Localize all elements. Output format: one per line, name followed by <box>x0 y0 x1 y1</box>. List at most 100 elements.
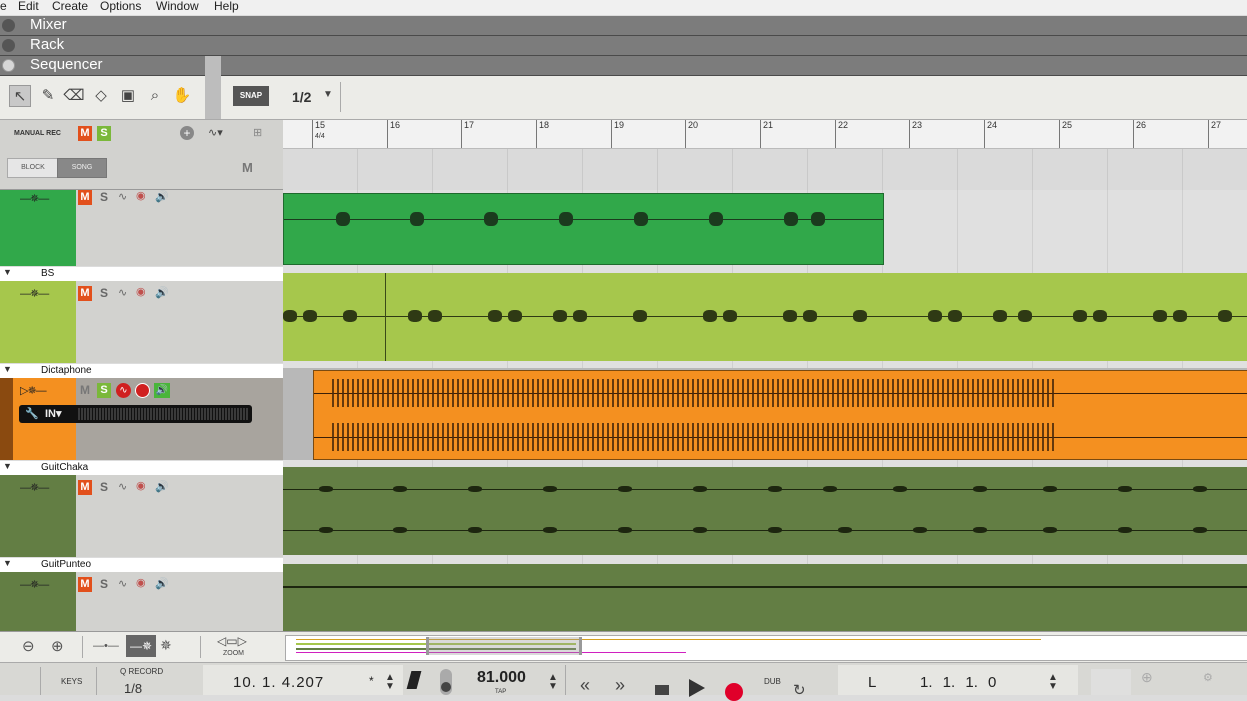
track-guitpunteo-record-icon[interactable]: ◉ <box>136 576 146 589</box>
metronome-icon[interactable] <box>406 671 422 689</box>
menu-edit[interactable]: Edit <box>18 0 39 13</box>
track-bs-record-icon[interactable]: ◉ <box>136 285 146 298</box>
bar-ruler[interactable]: 15 4/4 16 17 18 19 20 21 22 23 24 25 26 2… <box>283 120 1247 149</box>
settings-icon[interactable]: ⚙ <box>1203 671 1213 684</box>
master-mute-button[interactable]: M <box>78 126 92 141</box>
track-dictaphone-mute-button[interactable]: M <box>78 383 92 398</box>
track-dictaphone[interactable]: ▼ Dictaphone ▷✵— M S ∿ 🔊 🔧 IN▾ <box>0 364 1247 460</box>
snap-button[interactable]: SNAP <box>233 86 269 106</box>
add-track-icon[interactable]: + <box>180 126 194 140</box>
select-tool-icon[interactable]: ↖ <box>9 85 31 107</box>
blocks-mute-button[interactable]: M <box>242 160 253 175</box>
track-guitpunteo-monitor-icon[interactable]: 🔊 <box>155 577 169 590</box>
track-guitpunteo-solo-button[interactable]: S <box>97 577 111 592</box>
keys-button[interactable]: KEYS <box>61 677 82 686</box>
collapse-triangle-icon[interactable]: ▼ <box>3 364 12 374</box>
mixer-toggle-icon[interactable] <box>2 19 15 32</box>
track-guitchaka-solo-button[interactable]: S <box>97 480 111 495</box>
automation-icon[interactable]: ∿▾ <box>208 126 223 139</box>
zoom-out-icon[interactable]: ⊖ <box>22 637 35 655</box>
track-guitpunteo-mute-button[interactable]: M <box>78 577 92 592</box>
track-bs-monitor-icon[interactable]: 🔊 <box>155 286 169 299</box>
calc-icon[interactable]: ⊕ <box>1141 669 1153 686</box>
track-dictaphone-automation-rec-icon[interactable]: ∿ <box>116 383 131 398</box>
overview-view-window[interactable] <box>426 637 582 655</box>
collapse-triangle-icon[interactable]: ▼ <box>3 267 12 277</box>
track-dictaphone-clip[interactable] <box>313 370 1247 460</box>
track-height-medium-icon[interactable]: —✵— <box>126 635 156 675</box>
track-guitpunteo-name[interactable]: GuitPunteo <box>41 559 91 570</box>
track-bs-clip[interactable] <box>283 273 1247 361</box>
menu-help[interactable]: Help <box>214 0 239 13</box>
track-bs-mute-button[interactable]: M <box>78 286 92 301</box>
rewind-icon[interactable]: « <box>580 675 590 696</box>
track-guitpunteo[interactable]: ▼ GuitPunteo —✵— M S ∿ ◉ 🔊 <box>0 558 1247 631</box>
snap-chevron-down-icon[interactable]: ▼ <box>323 89 333 100</box>
block-lane[interactable] <box>283 149 1247 190</box>
loop-icon[interactable]: ↻ <box>793 681 806 699</box>
menu-options[interactable]: Options <box>100 0 141 13</box>
input-select[interactable]: IN▾ <box>45 407 62 420</box>
track-1-clip[interactable] <box>283 193 884 265</box>
snap-value[interactable]: 1/2 <box>292 89 311 105</box>
track-guitchaka-automation-icon[interactable]: ∿ <box>118 480 127 493</box>
song-position[interactable]: 10. 1. 4.207 <box>233 674 324 691</box>
tempo-value[interactable]: 81.000 <box>477 669 526 687</box>
ruler[interactable]: 15 4/4 16 17 18 19 20 21 22 23 24 25 26 2… <box>283 120 1247 191</box>
track-height-small-icon[interactable]: —•— <box>93 640 119 652</box>
sequencer-header[interactable]: Sequencer <box>0 56 1247 76</box>
track-dictaphone-record-icon[interactable] <box>135 383 150 398</box>
track-1-monitor-icon[interactable]: 🔊 <box>155 190 169 203</box>
master-solo-button[interactable]: S <box>97 126 111 141</box>
zoom-fit-icon[interactable]: ◁▭▷ <box>217 634 247 648</box>
tempo-stepper[interactable]: ▲ ▼ <box>548 673 558 692</box>
track-guitchaka-clip[interactable] <box>283 467 1247 555</box>
tap-button[interactable]: TAP <box>495 689 506 695</box>
wrench-icon[interactable]: 🔧 <box>25 407 39 420</box>
track-guitpunteo-automation-icon[interactable]: ∿ <box>118 577 127 590</box>
menu-file[interactable]: e <box>0 0 7 13</box>
song-button[interactable]: SONG <box>57 158 107 178</box>
block-button[interactable]: BLOCK <box>7 158 59 178</box>
sequencer-toggle-icon[interactable] <box>2 59 15 72</box>
track-1-automation-icon[interactable]: ∿ <box>118 190 127 203</box>
track-bs-name[interactable]: BS <box>41 268 54 279</box>
eraser-tool-icon[interactable]: ⌫ <box>63 85 85 107</box>
pencil-tool-icon[interactable]: ✎ <box>37 85 59 107</box>
manual-rec-label[interactable]: MANUAL REC <box>14 130 61 137</box>
track-bs-solo-button[interactable]: S <box>97 286 111 301</box>
track-1-mute-button[interactable]: M <box>78 190 92 205</box>
menu-create[interactable]: Create <box>52 0 88 13</box>
track-guitchaka-name[interactable]: GuitChaka <box>41 462 88 473</box>
rack-header[interactable]: Rack <box>0 36 1247 56</box>
record-icon[interactable] <box>725 683 743 701</box>
razor-tool-icon[interactable]: ◇ <box>90 85 112 107</box>
dub-button[interactable]: DUB <box>764 677 781 686</box>
loop-position-stepper[interactable]: ▲ ▼ <box>1048 673 1058 692</box>
menu-window[interactable]: Window <box>156 0 199 13</box>
track-dictaphone-monitor-icon[interactable]: 🔊 <box>154 383 170 398</box>
track-1-solo-button[interactable]: S <box>97 190 111 205</box>
hand-tool-icon[interactable]: ✋ <box>171 85 193 107</box>
song-overview-navigator[interactable] <box>285 635 1247 661</box>
track-guitchaka-mute-button[interactable]: M <box>78 480 92 495</box>
track-guitchaka-monitor-icon[interactable]: 🔊 <box>155 480 169 493</box>
click-toggle[interactable] <box>440 669 452 695</box>
track-dictaphone-name[interactable]: Dictaphone <box>41 365 92 376</box>
track-height-large-icon[interactable]: ✵ <box>160 637 172 654</box>
collapse-triangle-icon[interactable]: ▼ <box>3 558 12 568</box>
rack-toggle-icon[interactable] <box>2 39 15 52</box>
loop-left-position[interactable]: 1. 1. 1. 0 <box>920 674 996 691</box>
fast-forward-icon[interactable]: » <box>615 675 625 696</box>
track-dictaphone-solo-button[interactable]: S <box>97 383 111 398</box>
track-1[interactable]: —✵— M S ∿ ◉ 🔊 <box>0 190 1247 266</box>
mute-tool-icon[interactable]: ▣ <box>117 85 139 107</box>
song-position-stepper[interactable]: ▲ ▼ <box>385 673 395 692</box>
magnify-tool-icon[interactable]: ⌕ <box>144 85 166 107</box>
track-guitchaka-record-icon[interactable]: ◉ <box>136 479 146 492</box>
play-icon[interactable] <box>689 679 705 697</box>
grid-icon[interactable]: ⊞ <box>253 126 262 139</box>
track-guitpunteo-clip[interactable] <box>283 564 1247 631</box>
zoom-in-icon[interactable]: ⊕ <box>51 637 64 655</box>
track-bs[interactable]: ▼ BS —✵— M S ∿ ◉ 🔊 <box>0 267 1247 363</box>
